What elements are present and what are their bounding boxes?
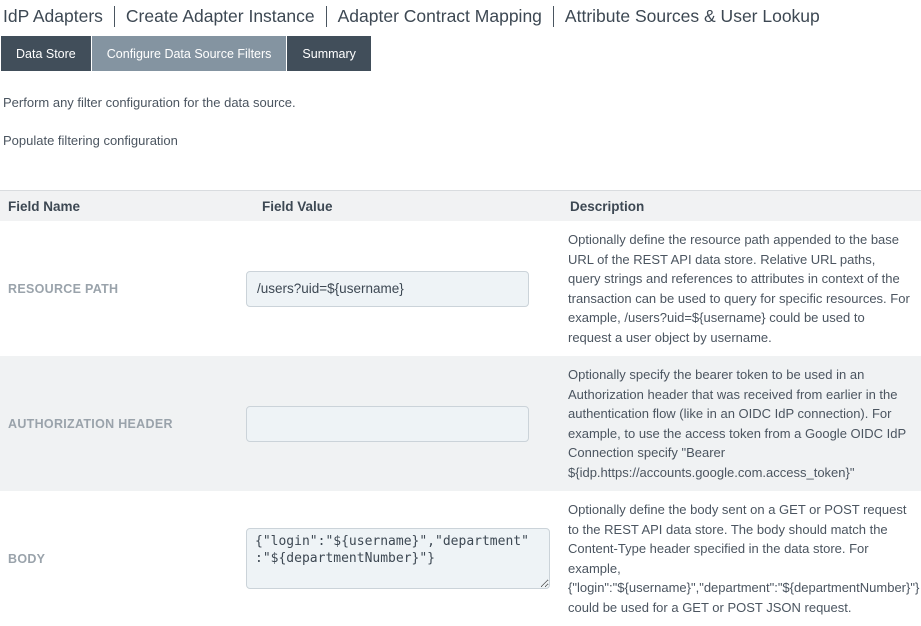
column-header-field-value: Field Value: [246, 199, 560, 214]
breadcrumb-item-idp-adapters: IdP Adapters: [3, 6, 103, 27]
table-row-resource-path: RESOURCE PATH Optionally define the reso…: [0, 221, 921, 356]
breadcrumb-separator: [114, 6, 115, 27]
breadcrumb-separator: [553, 6, 554, 27]
breadcrumb-item-adapter-contract-mapping: Adapter Contract Mapping: [338, 6, 542, 27]
body-textarea[interactable]: {"login":"${username}","department":"${d…: [246, 528, 550, 589]
field-value-cell: {"login":"${username}","department":"${d…: [246, 491, 560, 626]
breadcrumb: IdP Adapters Create Adapter Instance Ada…: [0, 0, 921, 27]
field-value-cell: [246, 356, 560, 491]
populate-filtering-configuration-label: Populate filtering configuration: [3, 133, 921, 148]
resource-path-input[interactable]: [246, 271, 529, 307]
field-description-body: Optionally define the body sent on a GET…: [560, 491, 921, 626]
table-row-body: BODY {"login":"${username}","department"…: [0, 491, 921, 626]
field-label-resource-path: RESOURCE PATH: [0, 221, 246, 356]
breadcrumb-item-attribute-sources-user-lookup: Attribute Sources & User Lookup: [565, 6, 820, 27]
table-header-row: Field Name Field Value Description: [0, 191, 921, 221]
tab-configure-data-source-filters[interactable]: Configure Data Source Filters: [92, 36, 287, 71]
field-label-authorization-header: AUTHORIZATION HEADER: [0, 356, 246, 491]
column-header-description: Description: [560, 199, 921, 214]
instruction-text: Perform any filter configuration for the…: [3, 95, 921, 110]
breadcrumb-separator: [326, 6, 327, 27]
step-tabs: Data Store Configure Data Source Filters…: [1, 36, 921, 71]
field-value-cell: [246, 221, 560, 356]
breadcrumb-item-create-adapter-instance: Create Adapter Instance: [126, 6, 315, 27]
column-header-field-name: Field Name: [0, 199, 246, 214]
authorization-header-input[interactable]: [246, 406, 529, 442]
tab-data-store[interactable]: Data Store: [1, 36, 91, 71]
field-description-resource-path: Optionally define the resource path appe…: [560, 221, 921, 356]
table-row-authorization-header: AUTHORIZATION HEADER Optionally specify …: [0, 356, 921, 491]
field-label-body: BODY: [0, 491, 246, 626]
tab-summary[interactable]: Summary: [287, 36, 370, 71]
filter-configuration-table: Field Name Field Value Description RESOU…: [0, 190, 921, 626]
field-description-authorization-header: Optionally specify the bearer token to b…: [560, 356, 921, 491]
